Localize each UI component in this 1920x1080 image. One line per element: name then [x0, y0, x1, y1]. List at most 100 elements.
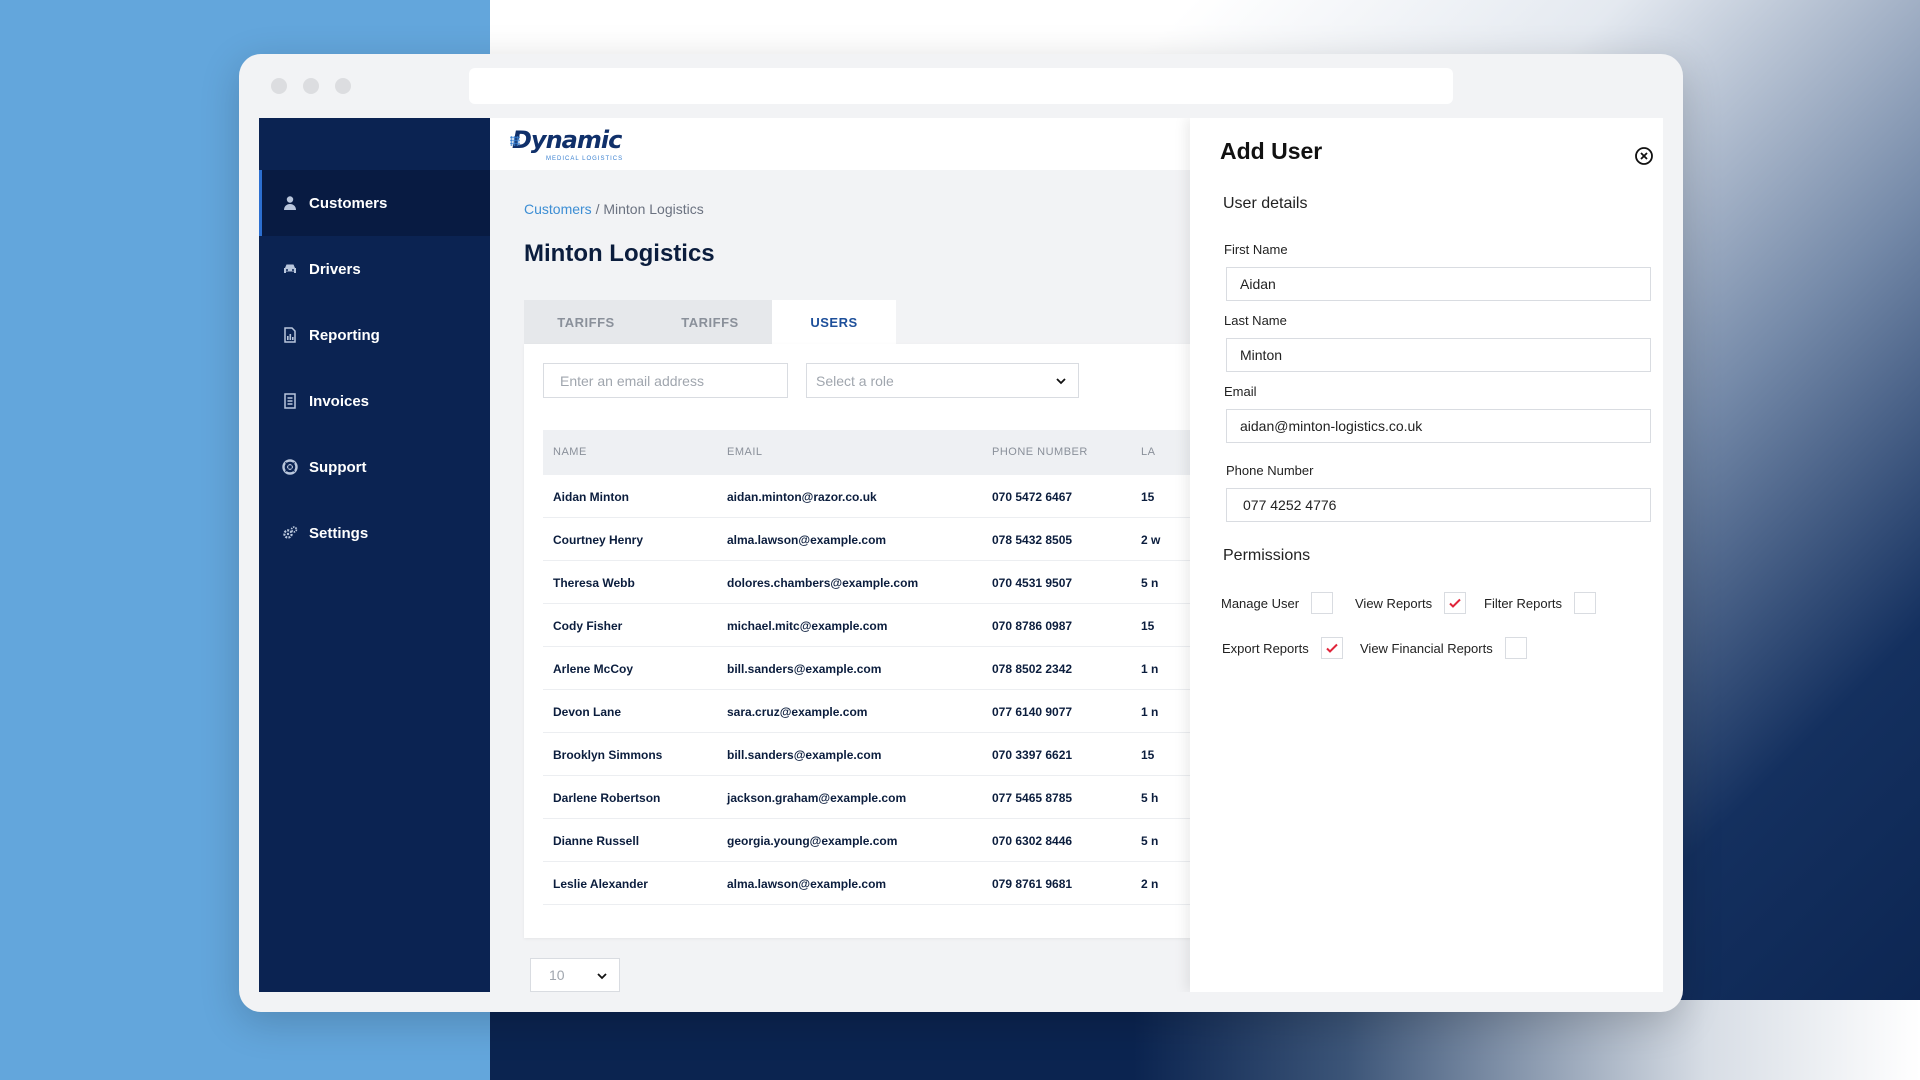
email-field[interactable]: aidan@minton-logistics.co.uk — [1226, 409, 1651, 443]
check-icon — [1449, 598, 1461, 608]
sidebar-item-reporting[interactable]: Reporting — [259, 302, 490, 368]
cell-name: Arlene McCoy — [553, 662, 634, 676]
topbar: Dynamic MEDICAL LOGISTICS — [490, 118, 1190, 170]
cell-last: 5 n — [1141, 576, 1159, 590]
tab-bar: TARIFFS TARIFFS USERS — [524, 300, 896, 344]
permission-label: Filter Reports — [1484, 595, 1563, 611]
sidebar-item-support[interactable]: Support — [259, 434, 490, 500]
sidebar-item-settings[interactable]: Settings — [259, 500, 490, 566]
table-row[interactable]: Leslie Alexander alma.lawson@example.com 0… — [543, 862, 1224, 905]
app-viewport: Customers Drivers Reporting Invoices Sup… — [259, 118, 1663, 992]
page-size-select[interactable]: 10 — [530, 958, 620, 992]
phone-field[interactable]: 077 4252 4776 — [1226, 488, 1651, 522]
cell-name: Leslie Alexander — [553, 877, 648, 891]
table-row[interactable]: Courtney Henry alma.lawson@example.com 078… — [543, 518, 1224, 561]
column-header-last[interactable]: LA — [1141, 446, 1155, 458]
cell-phone: 070 5472 6467 — [992, 490, 1073, 504]
permission-label: Manage User — [1221, 595, 1300, 611]
email-label: Email — [1224, 384, 1257, 399]
column-header-phone[interactable]: PHONE NUMBER — [992, 446, 1088, 458]
page-size-value: 10 — [549, 967, 565, 983]
logo-dots-icon — [510, 136, 520, 146]
sidebar-item-drivers[interactable]: Drivers — [259, 236, 490, 302]
first-name-field[interactable]: Aidan — [1226, 267, 1651, 301]
table-row[interactable]: Darlene Robertson jackson.graham@example.… — [543, 776, 1224, 819]
checkbox-checked[interactable] — [1444, 592, 1467, 614]
browser-window: Customers Drivers Reporting Invoices Sup… — [239, 54, 1683, 1012]
cell-name: Dianne Russell — [553, 834, 640, 848]
cell-phone: 078 5432 8505 — [992, 533, 1073, 547]
checkbox[interactable] — [1311, 592, 1334, 614]
window-control-dot[interactable] — [303, 78, 319, 94]
tab-tariffs-secondary[interactable]: TARIFFS — [648, 300, 772, 344]
cell-last: 15 — [1141, 490, 1155, 504]
last-name-field[interactable]: Minton — [1226, 338, 1651, 372]
table-header: NAME EMAIL PHONE NUMBER LA — [543, 430, 1224, 475]
user-icon — [281, 194, 299, 212]
checkbox-checked[interactable] — [1320, 637, 1343, 659]
role-select-placeholder: Select a role — [816, 372, 894, 389]
sidebar-item-invoices[interactable]: Invoices — [259, 368, 490, 434]
cell-last: 15 — [1141, 748, 1155, 762]
cell-name: Brooklyn Simmons — [553, 748, 663, 762]
sidebar-item-customers[interactable]: Customers — [259, 170, 490, 236]
permission-export-reports: Export Reports — [1222, 637, 1343, 659]
breadcrumb-link-customers[interactable]: Customers — [524, 201, 592, 217]
gears-icon — [281, 524, 299, 542]
report-icon — [281, 326, 299, 344]
cell-email: alma.lawson@example.com — [727, 533, 887, 547]
close-icon[interactable] — [1634, 146, 1654, 166]
add-user-panel: Add User User details First Name Aidan L… — [1190, 118, 1663, 992]
chevron-down-icon — [1054, 374, 1068, 391]
breadcrumb-separator: / — [595, 201, 600, 217]
cell-name: Darlene Robertson — [553, 791, 661, 805]
window-control-dot[interactable] — [335, 78, 351, 94]
cell-last: 15 — [1141, 619, 1155, 633]
email-filter-input[interactable]: Enter an email address — [543, 363, 788, 398]
permission-label: Export Reports — [1222, 640, 1309, 656]
last-name-label: Last Name — [1224, 313, 1287, 328]
sidebar-item-label: Drivers — [309, 260, 361, 278]
cell-last: 1 n — [1141, 662, 1159, 676]
address-bar[interactable] — [469, 68, 1453, 104]
cell-email: aidan.minton@razor.co.uk — [727, 490, 877, 504]
page-title: Minton Logistics — [524, 240, 715, 267]
cell-last: 5 n — [1141, 834, 1159, 848]
first-name-label: First Name — [1224, 242, 1288, 257]
permission-label: View Reports — [1355, 595, 1433, 611]
table-row[interactable]: Cody Fisher michael.mitc@example.com 070 8… — [543, 604, 1224, 647]
sidebar-item-label: Invoices — [309, 392, 370, 410]
window-control-dot[interactable] — [271, 78, 287, 94]
check-icon — [1325, 643, 1338, 653]
panel-title: Add User — [1220, 138, 1323, 164]
cell-phone: 070 6302 8446 — [992, 834, 1073, 848]
permission-label: View Financial Reports — [1360, 640, 1493, 656]
cell-email: dolores.chambers@example.com — [727, 576, 919, 590]
company-logo[interactable]: Dynamic MEDICAL LOGISTICS — [510, 126, 622, 162]
cell-name: Theresa Webb — [553, 576, 635, 590]
lifebuoy-icon — [281, 458, 299, 476]
checkbox[interactable] — [1504, 637, 1527, 659]
table-row[interactable]: Brooklyn Simmons bill.sanders@example.com… — [543, 733, 1224, 776]
table-body: Aidan Minton aidan.minton@razor.co.uk 070 … — [543, 475, 1224, 905]
background-band — [490, 1000, 1920, 1080]
sidebar-item-label: Settings — [309, 524, 369, 542]
column-header-email[interactable]: EMAIL — [727, 446, 763, 458]
tab-tariffs[interactable]: TARIFFS — [524, 300, 648, 344]
table-row[interactable]: Arlene McCoy bill.sanders@example.com 078 … — [543, 647, 1224, 690]
column-header-name[interactable]: NAME — [553, 446, 587, 458]
tab-users[interactable]: USERS — [772, 300, 896, 344]
table-row[interactable]: Theresa Webb dolores.chambers@example.com… — [543, 561, 1224, 604]
invoice-icon — [281, 392, 299, 410]
table-row[interactable]: Devon Lane sara.cruz@example.com 077 6140 … — [543, 690, 1224, 733]
cell-name: Courtney Henry — [553, 533, 644, 547]
permission-manage-user: Manage User — [1221, 592, 1334, 614]
checkbox[interactable] — [1574, 592, 1597, 614]
role-select[interactable]: Select a role — [806, 363, 1079, 398]
table-row[interactable]: Dianne Russell georgia.young@example.com 0… — [543, 819, 1224, 862]
cell-phone: 078 8502 2342 — [992, 662, 1073, 676]
cell-email: bill.sanders@example.com — [727, 662, 882, 676]
cell-name: Devon Lane — [553, 705, 622, 719]
permission-view-reports: View Reports — [1355, 592, 1467, 614]
table-row[interactable]: Aidan Minton aidan.minton@razor.co.uk 070 … — [543, 475, 1224, 518]
